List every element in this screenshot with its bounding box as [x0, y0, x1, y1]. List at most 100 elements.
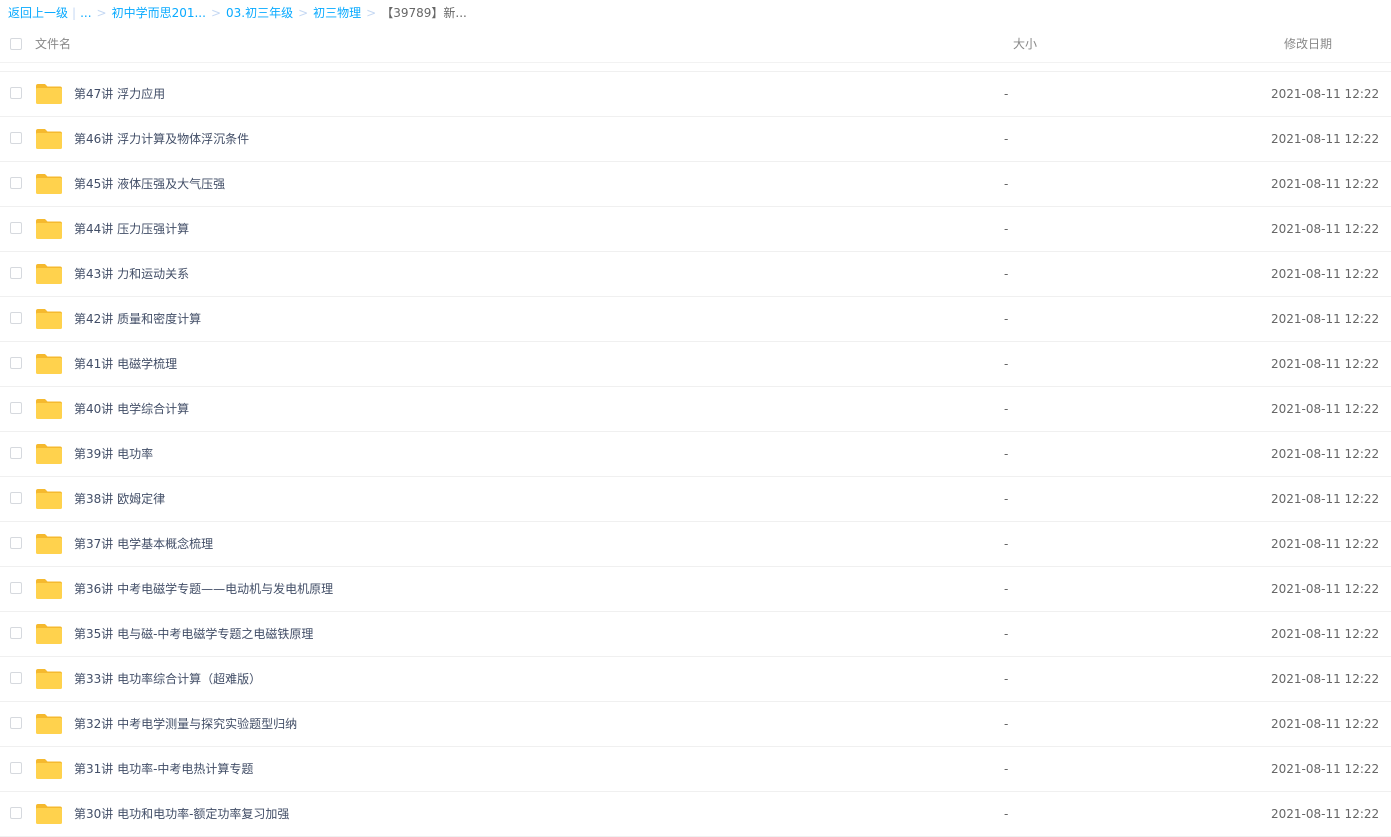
file-name-link[interactable]: 第44讲 压力压强计算: [74, 207, 189, 251]
table-row[interactable]: 第39讲 电功率 - 2021-08-11 12:22: [0, 432, 1391, 477]
row-checkbox[interactable]: [10, 402, 22, 414]
row-checkbox[interactable]: [10, 492, 22, 504]
breadcrumb-item[interactable]: 初中学而思201...: [112, 6, 206, 20]
row-checkbox[interactable]: [10, 312, 22, 324]
file-size: -: [1004, 537, 1009, 551]
row-checkbox[interactable]: [10, 672, 22, 684]
folder-icon[interactable]: [35, 488, 63, 510]
breadcrumb-item[interactable]: 03.初三年级: [226, 6, 293, 20]
row-checkbox[interactable]: [10, 87, 22, 99]
table-row[interactable]: 第33讲 电功率综合计算（超难版） - 2021-08-11 12:22: [0, 657, 1391, 702]
folder-icon[interactable]: [35, 128, 63, 150]
breadcrumb-ellipsis[interactable]: ...: [80, 6, 91, 20]
table-row[interactable]: 第46讲 浮力计算及物体浮沉条件 - 2021-08-11 12:22: [0, 117, 1391, 162]
modified-date: 2021-08-11 12:22: [1271, 762, 1380, 776]
modified-date: 2021-08-11 12:22: [1271, 267, 1380, 281]
row-checkbox[interactable]: [10, 627, 22, 639]
breadcrumb-current: 【39789】新...: [381, 6, 467, 20]
table-row[interactable]: 第32讲 中考电学测量与探究实验题型归纳 - 2021-08-11 12:22: [0, 702, 1391, 747]
row-checkbox[interactable]: [10, 582, 22, 594]
row-checkbox[interactable]: [10, 537, 22, 549]
modified-date: 2021-08-11 12:22: [1271, 582, 1380, 596]
table-row[interactable]: 第37讲 电学基本概念梳理 - 2021-08-11 12:22: [0, 522, 1391, 567]
folder-icon[interactable]: [35, 578, 63, 600]
table-row[interactable]: 第36讲 中考电磁学专题——电动机与发电机原理 - 2021-08-11 12:22: [0, 567, 1391, 612]
modified-date: 2021-08-11 12:22: [1271, 447, 1380, 461]
file-name-link[interactable]: 第36讲 中考电磁学专题——电动机与发电机原理: [74, 567, 333, 611]
row-checkbox[interactable]: [10, 177, 22, 189]
file-name-link[interactable]: 第47讲 浮力应用: [74, 72, 165, 116]
file-size: -: [1004, 807, 1009, 821]
folder-icon[interactable]: [35, 398, 63, 420]
modified-date: 2021-08-11 12:22: [1271, 537, 1380, 551]
file-name-link[interactable]: 第32讲 中考电学测量与探究实验题型归纳: [74, 702, 297, 746]
select-all-checkbox[interactable]: [10, 38, 22, 50]
row-checkbox[interactable]: [10, 267, 22, 279]
file-name-link[interactable]: 第42讲 质量和密度计算: [74, 297, 201, 341]
row-checkbox[interactable]: [10, 717, 22, 729]
table-row[interactable]: 第45讲 液体压强及大气压强 - 2021-08-11 12:22: [0, 162, 1391, 207]
file-list: 第47讲 浮力应用 -2021-08-11 12:22 第46讲 浮力计算及物体浮沉…: [0, 72, 1391, 837]
file-name-link[interactable]: 第46讲 浮力计算及物体浮沉条件: [74, 117, 249, 161]
file-name-link[interactable]: 第33讲 电功率综合计算（超难版）: [74, 657, 261, 701]
row-checkbox[interactable]: [10, 222, 22, 234]
folder-icon[interactable]: [35, 668, 63, 690]
column-header-size[interactable]: 大小: [1013, 30, 1037, 58]
file-size: -: [1004, 447, 1009, 461]
file-size: -: [1004, 717, 1009, 731]
file-name-link[interactable]: 第31讲 电功率-中考电热计算专题: [74, 747, 253, 791]
file-name-link[interactable]: 第37讲 电学基本概念梳理: [74, 522, 213, 566]
row-checkbox[interactable]: [10, 357, 22, 369]
file-size: -: [1004, 357, 1009, 371]
file-name-link[interactable]: 第43讲 力和运动关系: [74, 252, 189, 296]
modified-date: 2021-08-11 12:22: [1271, 807, 1380, 821]
table-row[interactable]: 第31讲 电功率-中考电热计算专题 - 2021-08-11 12:22: [0, 747, 1391, 792]
file-name-link[interactable]: 第41讲 电磁学梳理: [74, 342, 177, 386]
folder-icon[interactable]: [35, 623, 63, 645]
file-size: -: [1004, 672, 1009, 686]
folder-icon[interactable]: [35, 173, 63, 195]
back-link[interactable]: 返回上一级: [8, 6, 68, 20]
table-row[interactable]: 第42讲 质量和密度计算 - 2021-08-11 12:22: [0, 297, 1391, 342]
folder-icon[interactable]: [35, 533, 63, 555]
breadcrumb-item[interactable]: 初三物理: [313, 6, 361, 20]
modified-date: 2021-08-11 12:22: [1271, 312, 1380, 326]
column-header-date[interactable]: 修改日期: [1284, 30, 1332, 58]
table-row[interactable]: 第35讲 电与磁-中考电磁学专题之电磁铁原理 - 2021-08-11 12:22: [0, 612, 1391, 657]
file-name-link[interactable]: 第39讲 电功率: [74, 432, 153, 476]
folder-icon[interactable]: [35, 803, 63, 825]
table-row[interactable]: 第30讲 电功和电功率-额定功率复习加强 - 2021-08-11 12:22: [0, 792, 1391, 837]
file-name-link[interactable]: 第40讲 电学综合计算: [74, 387, 189, 431]
folder-icon[interactable]: [35, 263, 63, 285]
table-row[interactable]: 第40讲 电学综合计算 - 2021-08-11 12:22: [0, 387, 1391, 432]
folder-icon[interactable]: [35, 83, 63, 105]
folder-icon[interactable]: [35, 218, 63, 240]
file-name-link[interactable]: 第35讲 电与磁-中考电磁学专题之电磁铁原理: [74, 612, 313, 656]
table-row[interactable]: 第44讲 压力压强计算 - 2021-08-11 12:22: [0, 207, 1391, 252]
divider: [0, 62, 1391, 63]
modified-date: 2021-08-11 12:22: [1271, 357, 1380, 371]
file-name-link[interactable]: 第38讲 欧姆定律: [74, 477, 165, 521]
folder-icon[interactable]: [35, 308, 63, 330]
file-size: -: [1004, 312, 1009, 326]
column-header-name[interactable]: 文件名: [35, 30, 71, 58]
row-checkbox[interactable]: [10, 447, 22, 459]
file-size: -: [1004, 402, 1009, 416]
folder-icon[interactable]: [35, 713, 63, 735]
row-checkbox[interactable]: [10, 762, 22, 774]
table-row[interactable]: 第43讲 力和运动关系 - 2021-08-11 12:22: [0, 252, 1391, 297]
table-row[interactable]: 第47讲 浮力应用 - 2021-08-11 12:22: [0, 72, 1391, 117]
table-row[interactable]: 第41讲 电磁学梳理 - 2021-08-11 12:22: [0, 342, 1391, 387]
folder-icon[interactable]: [35, 758, 63, 780]
table-row[interactable]: 第38讲 欧姆定律 - 2021-08-11 12:22: [0, 477, 1391, 522]
file-size: -: [1004, 222, 1009, 236]
file-size: -: [1004, 492, 1009, 506]
folder-icon[interactable]: [35, 443, 63, 465]
folder-icon[interactable]: [35, 353, 63, 375]
breadcrumb: 返回上一级 |... > 初中学而思201... >03.初三年级 > 初三物理 > 【3978…: [8, 4, 467, 22]
row-checkbox[interactable]: [10, 132, 22, 144]
file-name-link[interactable]: 第45讲 液体压强及大气压强: [74, 162, 225, 206]
modified-date: 2021-08-11 12:22: [1271, 222, 1380, 236]
file-name-link[interactable]: 第30讲 电功和电功率-额定功率复习加强: [74, 792, 289, 836]
row-checkbox[interactable]: [10, 807, 22, 819]
